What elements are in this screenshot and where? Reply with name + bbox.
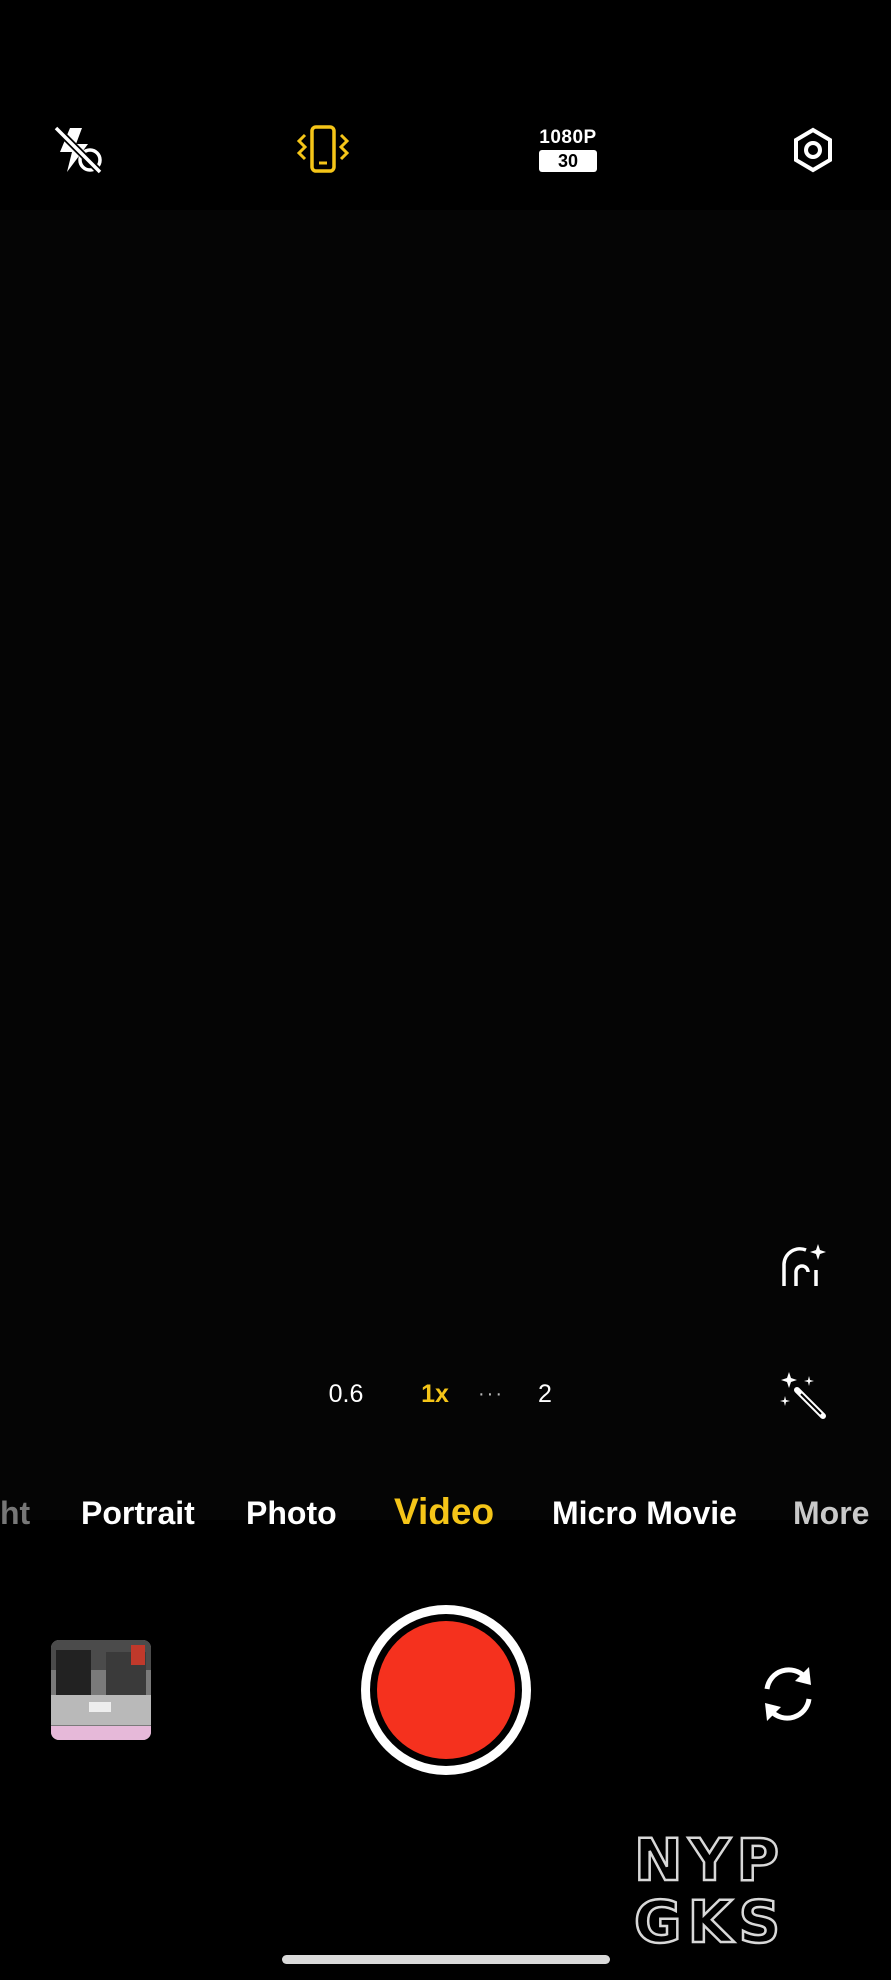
switch-camera-icon xyxy=(764,1667,812,1721)
magic-wand-icon xyxy=(780,1372,826,1419)
zoom-1x-button[interactable]: 1x xyxy=(410,1380,460,1409)
switch-camera-button[interactable] xyxy=(752,1658,824,1730)
record-button-core xyxy=(377,1621,515,1759)
zoom-more-indicator: ··· xyxy=(478,1383,504,1405)
gallery-thumbnail-image xyxy=(51,1640,151,1740)
top-toolbar xyxy=(0,0,891,210)
resolution-label: 1080P xyxy=(539,127,597,148)
flash-off-icon xyxy=(53,125,103,175)
watermark-line2: GKS xyxy=(634,1888,786,1948)
watermark-logo: NYP GKS xyxy=(630,1825,866,1958)
mode-more[interactable]: More xyxy=(793,1495,869,1532)
watermark-line1: NYP xyxy=(634,1828,785,1894)
record-button[interactable] xyxy=(361,1605,531,1775)
zoom-2x-button[interactable]: 2 xyxy=(530,1380,560,1409)
mode-night[interactable]: ht xyxy=(0,1495,30,1532)
mode-micro-movie[interactable]: Micro Movie xyxy=(552,1495,737,1532)
stabilization-button[interactable] xyxy=(293,120,353,180)
zoom-0.6-button[interactable]: 0.6 xyxy=(318,1380,374,1409)
face-beauty-icon xyxy=(782,1244,826,1286)
stabilization-icon xyxy=(296,125,350,173)
face-beauty-button[interactable] xyxy=(776,1240,832,1296)
filter-button[interactable] xyxy=(775,1368,831,1424)
home-indicator[interactable] xyxy=(282,1955,610,1964)
camera-viewfinder[interactable] xyxy=(0,210,891,1520)
fps-label: 30 xyxy=(539,150,597,172)
settings-button[interactable] xyxy=(783,120,843,180)
mode-carousel[interactable]: ht Portrait Photo Video Micro Movie More xyxy=(0,1491,891,1555)
flash-toggle-button[interactable] xyxy=(48,120,108,180)
mode-portrait[interactable]: Portrait xyxy=(81,1495,195,1532)
mode-photo[interactable]: Photo xyxy=(246,1495,337,1532)
gallery-thumbnail[interactable] xyxy=(51,1640,151,1740)
watermark-logo-graphic: NYP GKS xyxy=(633,1825,786,1958)
mode-video[interactable]: Video xyxy=(394,1491,494,1533)
resolution-button[interactable]: 1080P 30 xyxy=(533,122,603,178)
settings-icon xyxy=(794,127,832,173)
